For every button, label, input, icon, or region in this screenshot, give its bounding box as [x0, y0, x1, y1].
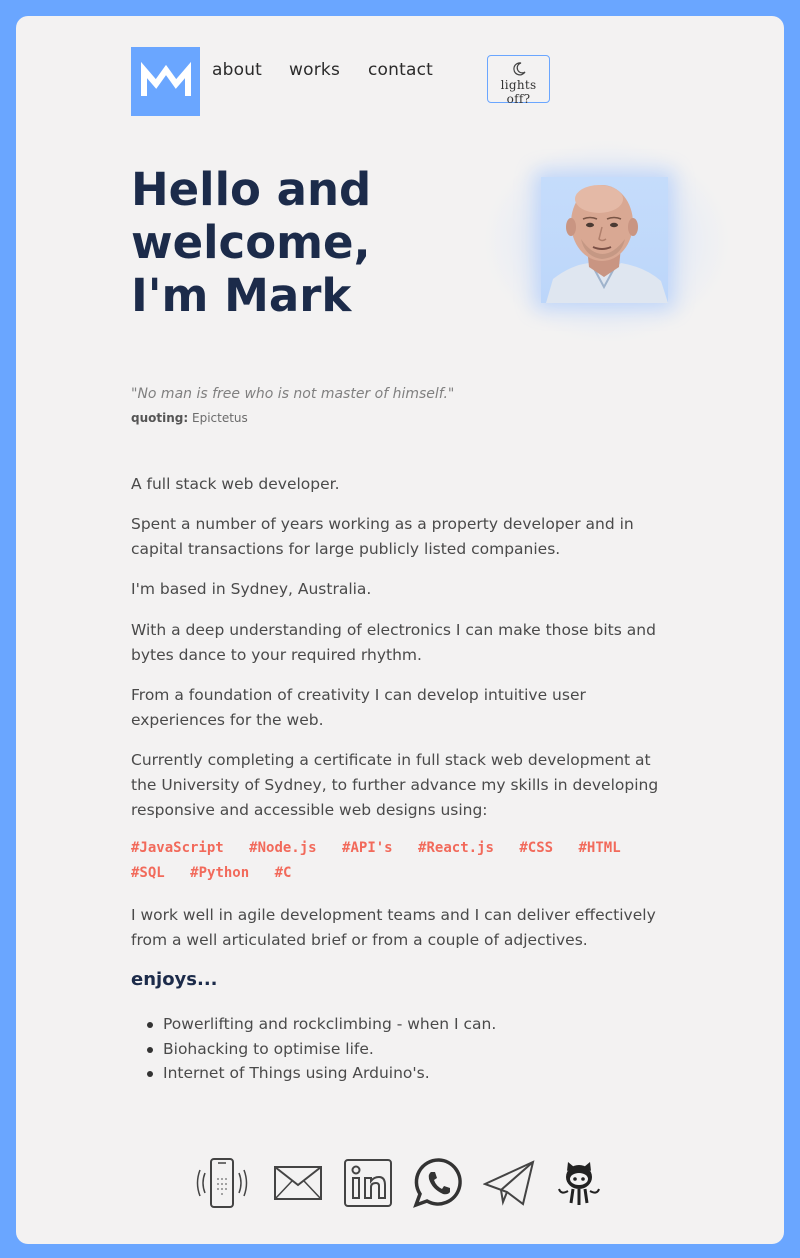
mw-monogram-logo[interactable]: [131, 47, 200, 116]
skill-tag: #SQL: [131, 865, 165, 881]
about-intro: A full stack web developer.: [131, 475, 340, 493]
about-teamwork: I work well in agile development teams a…: [131, 906, 656, 949]
email-icon[interactable]: [273, 1165, 323, 1205]
list-item: Biohacking to optimise life.: [131, 1037, 496, 1062]
nav-contact[interactable]: contact: [368, 60, 433, 80]
portrait-illustration: [546, 185, 668, 303]
hero-line-3: I'm Mark: [131, 269, 352, 322]
skill-tag: #React.js: [418, 840, 494, 856]
nav-about[interactable]: about: [212, 60, 262, 80]
quote-attribution: quoting: Epictetus: [131, 411, 248, 425]
enjoys-list: Powerlifting and rockclimbing - when I c…: [131, 1012, 496, 1086]
enjoys-heading: enjoys...: [131, 969, 218, 990]
lights-off-label: lights off?: [500, 78, 537, 106]
quote-text: "No man is free who is not master of him…: [131, 386, 455, 402]
skill-tag: #HTML: [578, 840, 621, 856]
hero-title: Hello and welcome, I'm Mark: [131, 163, 451, 322]
github-icon[interactable]: [555, 1159, 603, 1211]
skill-tag: #C: [274, 865, 292, 881]
profile-photo: [541, 177, 668, 303]
whatsapp-icon[interactable]: [413, 1157, 465, 1213]
skill-tag: #JavaScript: [131, 840, 224, 856]
phone-icon[interactable]: [195, 1157, 249, 1213]
quote-author: Epictetus: [192, 411, 248, 425]
lights-off-toggle[interactable]: lights off?: [487, 55, 550, 106]
skill-tag: #Node.js: [249, 840, 317, 856]
about-electronics: With a deep understanding of electronics…: [131, 621, 656, 664]
about-creativity: From a foundation of creativity I can de…: [131, 686, 586, 729]
skill-tag: #Python: [190, 865, 250, 881]
about-location: I'm based in Sydney, Australia.: [131, 580, 372, 598]
nav-works[interactable]: works: [289, 60, 340, 80]
skill-tags: #JavaScript #Node.js #API's #React.js #C…: [131, 836, 651, 886]
list-item: Powerlifting and rockclimbing - when I c…: [131, 1012, 496, 1037]
skill-tag: #CSS: [519, 840, 554, 856]
quote-label: quoting:: [131, 411, 189, 425]
linkedin-icon[interactable]: [343, 1158, 393, 1212]
moon-icon: [512, 62, 526, 76]
skill-tag: #API's: [342, 840, 393, 856]
list-item: Internet of Things using Arduino's.: [131, 1061, 496, 1086]
social-links: [196, 1158, 602, 1212]
hero-line-1: Hello and: [131, 163, 372, 216]
about-background: Spent a number of years working as a pro…: [131, 515, 634, 558]
about-certificate: Currently completing a certificate in fu…: [131, 751, 659, 819]
hero-line-2: welcome,: [131, 216, 371, 269]
logo-glyph: [140, 61, 191, 96]
telegram-icon[interactable]: [482, 1160, 535, 1210]
